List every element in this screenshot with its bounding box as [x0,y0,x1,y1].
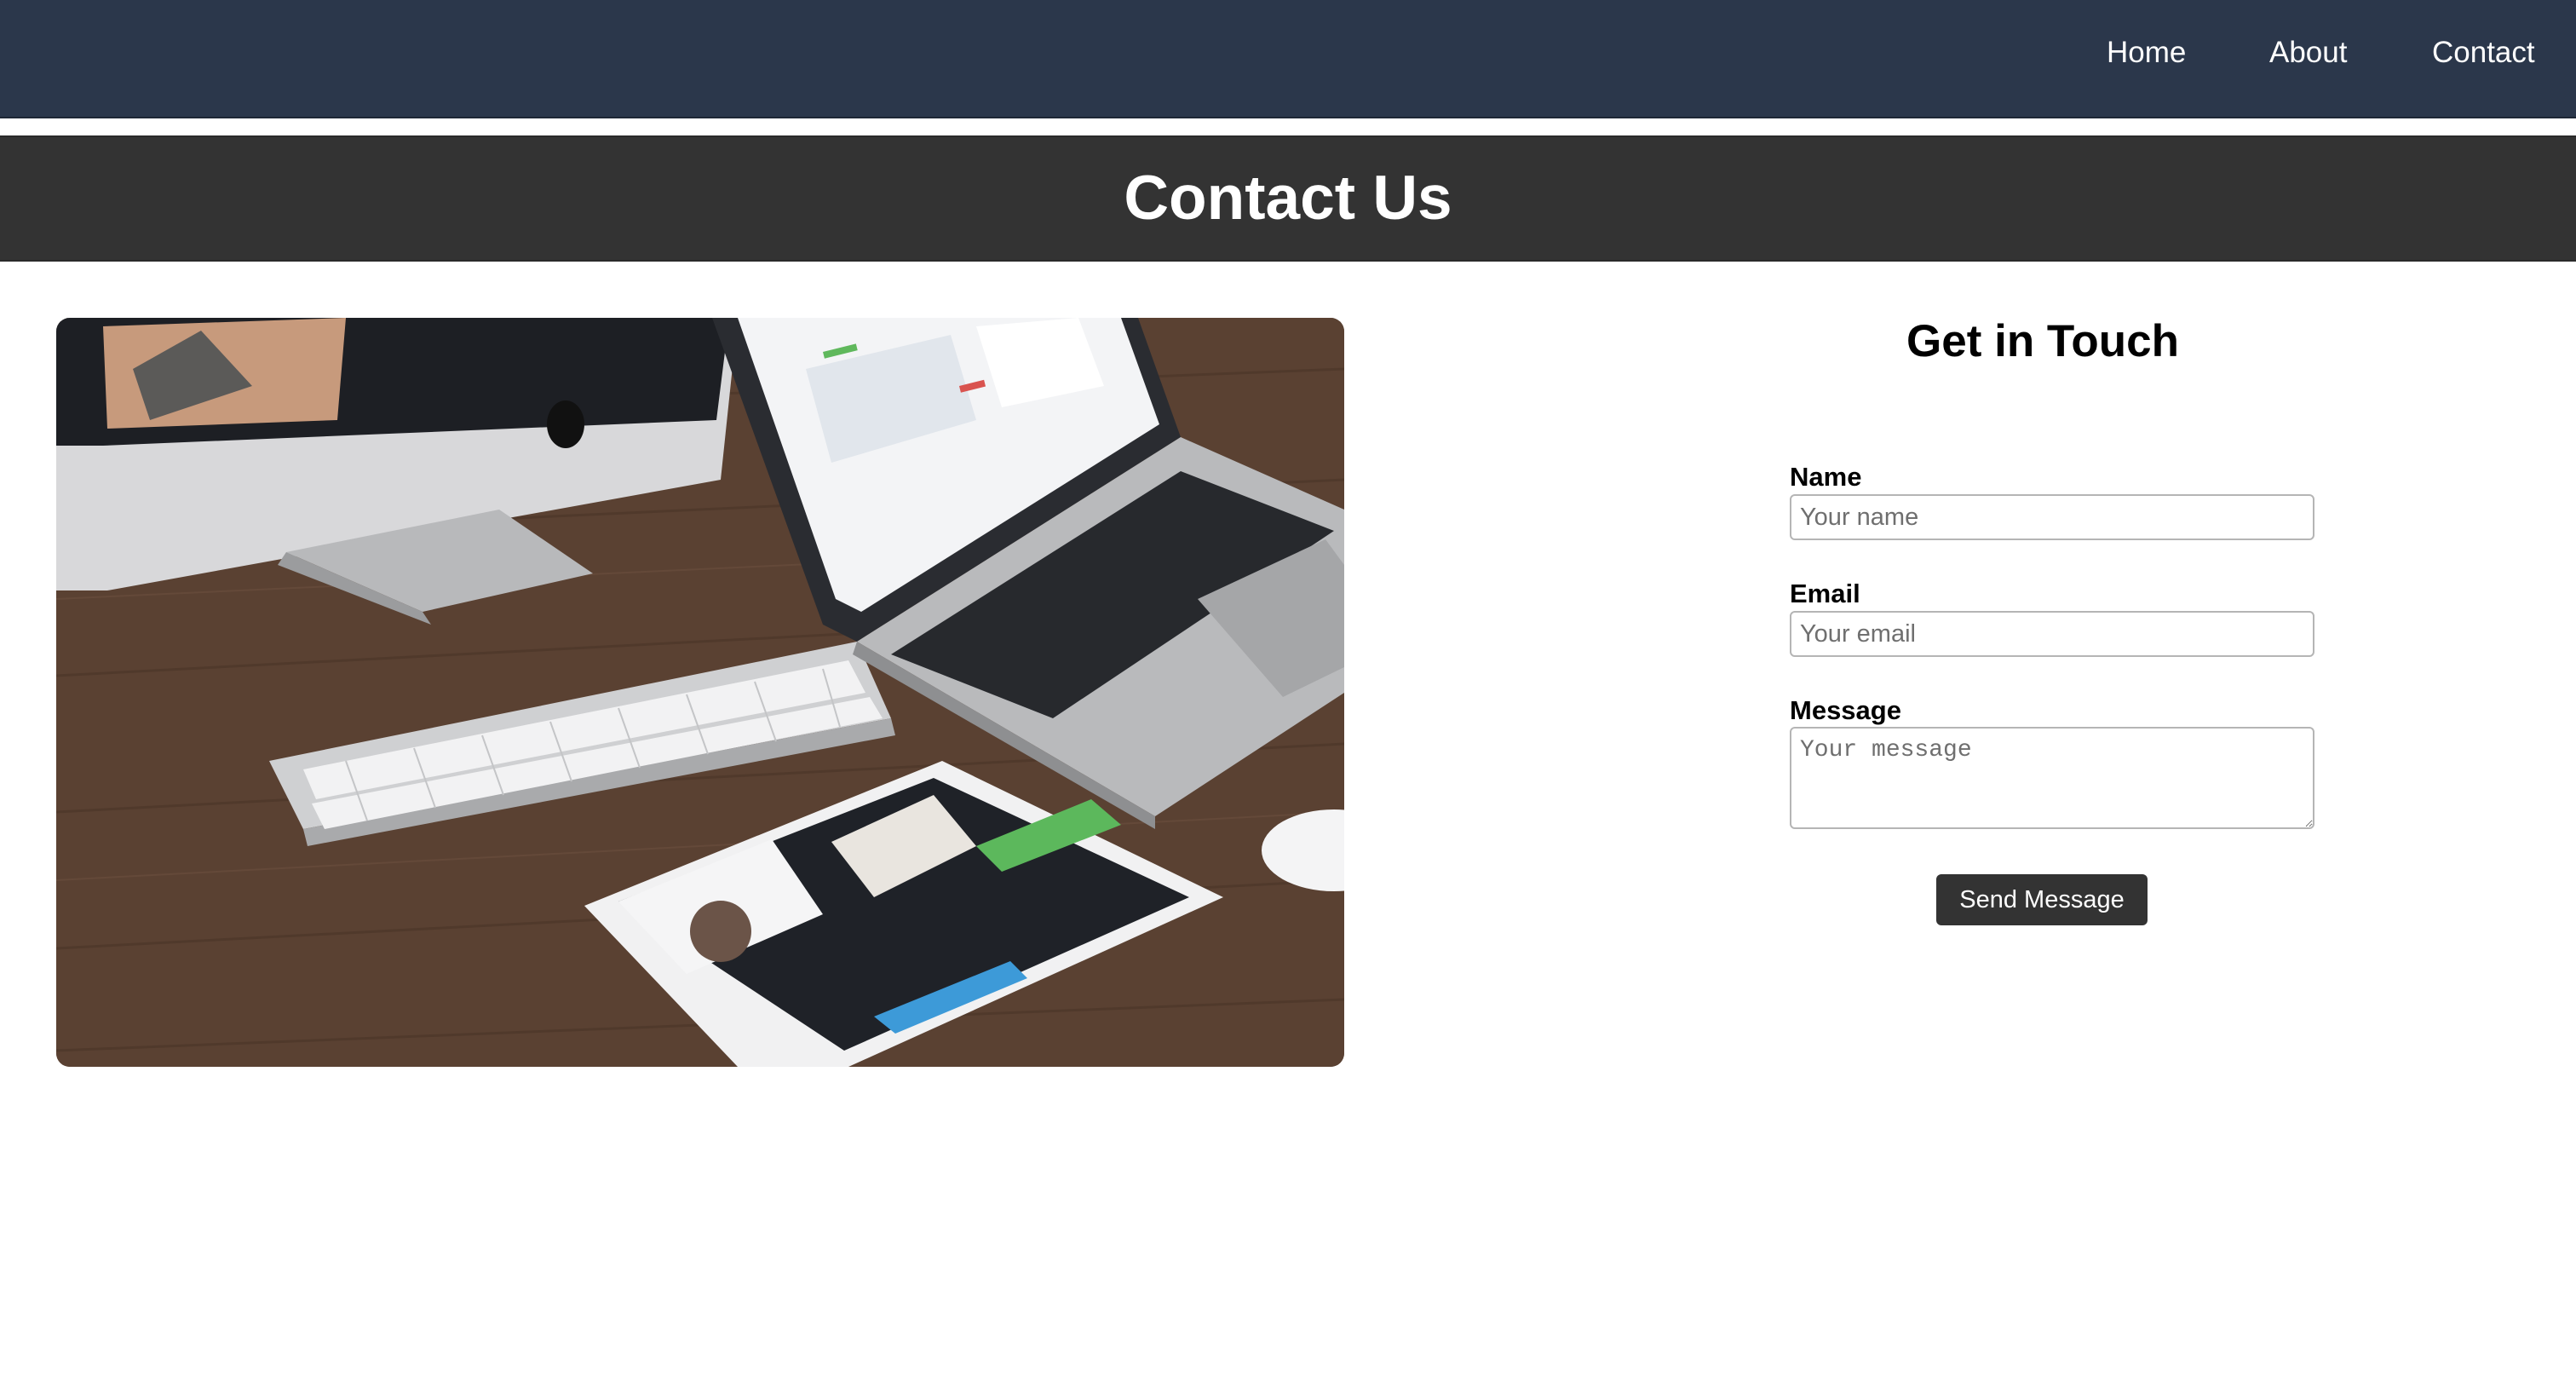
nav-link-about[interactable]: About [2269,36,2347,70]
form-title: Get in Touch [1906,316,2179,366]
nav-link-home[interactable]: Home [2107,36,2186,70]
hero-image [56,318,1344,1067]
name-label: Name [1790,462,1862,492]
page-title: Contact Us [1124,164,1452,233]
email-input[interactable] [1790,611,2314,657]
message-label: Message [1790,695,1901,725]
page-header: Contact Us [0,135,2576,262]
nav-link-contact[interactable]: Contact [2432,36,2535,70]
top-navbar: Home About Contact [0,0,2576,118]
email-label: Email [1790,579,1860,608]
name-input[interactable] [1790,494,2314,540]
send-message-button[interactable]: Send Message [1936,874,2148,925]
message-textarea[interactable] [1790,727,2314,829]
